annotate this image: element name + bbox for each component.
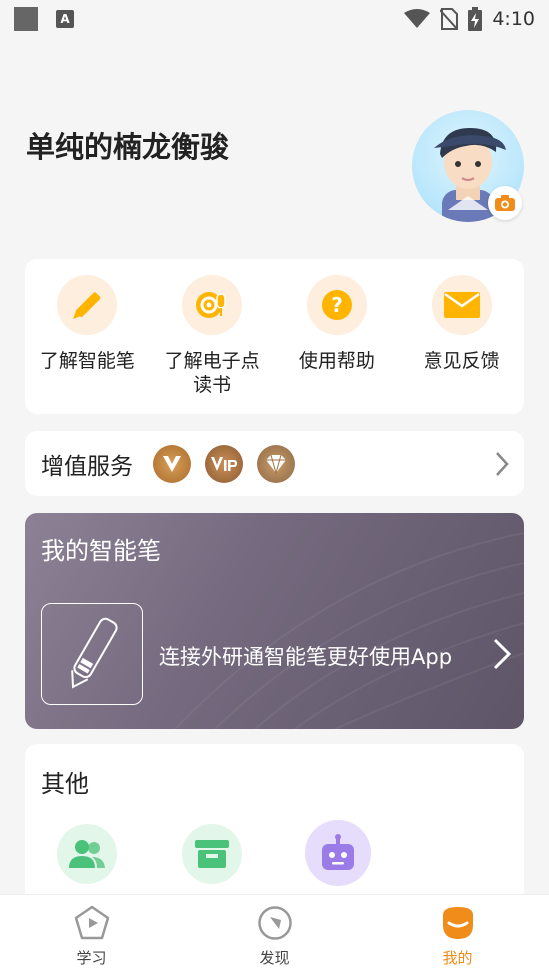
robot-icon[interactable] <box>305 820 371 886</box>
tab-discover[interactable]: 发现 <box>183 895 366 976</box>
bottom-tab-bar: 学习 发现 我的 <box>0 894 549 976</box>
svg-text:?: ? <box>331 293 343 317</box>
value-services-row[interactable]: 增值服务 <box>25 431 524 496</box>
quick-item-label: 了解电子点读书 <box>164 350 260 396</box>
discover-icon <box>257 906 292 940</box>
camera-icon[interactable] <box>488 186 522 220</box>
chevron-right-icon <box>496 452 509 476</box>
vip-badge-icon <box>205 444 243 483</box>
connect-pen-text: 连接外研通智能笔更好使用App <box>159 645 453 669</box>
quick-item-label: 意见反馈 <box>423 350 500 372</box>
profile-icon <box>442 907 473 939</box>
avatar[interactable] <box>412 110 524 222</box>
mail-icon <box>431 275 492 335</box>
clock: 4:10 <box>492 8 535 30</box>
status-bar: A 4:10 <box>0 0 549 38</box>
quick-item-learn-ebook[interactable]: 了解电子点读书 <box>150 259 275 414</box>
a-icon: A <box>56 10 74 28</box>
box-icon[interactable] <box>182 824 242 884</box>
quick-item-label: 了解智能笔 <box>39 350 135 372</box>
pen-device-icon <box>41 603 143 705</box>
tab-label: 发现 <box>259 949 290 967</box>
tab-label: 学习 <box>76 949 107 967</box>
username: 单纯的楠龙衡骏 <box>26 130 230 164</box>
quick-actions-card: 了解智能笔 了解电子点读书 ? 使用帮助 意见反馈 <box>25 259 524 414</box>
quick-item-label: 使用帮助 <box>298 350 375 372</box>
quick-item-learn-pen[interactable]: 了解智能笔 <box>25 259 150 414</box>
other-card: 其他 <box>25 744 524 904</box>
value-services-title: 增值服务 <box>41 453 133 480</box>
quick-item-feedback[interactable]: 意见反馈 <box>399 259 524 414</box>
tab-label: 我的 <box>442 949 473 967</box>
pen-icon <box>57 275 118 335</box>
chevron-right-icon <box>493 638 512 670</box>
diamond-badge-icon <box>257 444 295 483</box>
battery-charging-icon <box>468 7 483 31</box>
quick-item-help[interactable]: ? 使用帮助 <box>275 259 400 414</box>
tab-study[interactable]: 学习 <box>0 895 183 976</box>
question-icon: ? <box>306 275 367 335</box>
v-badge-icon <box>153 444 191 483</box>
wifi-icon <box>404 9 431 28</box>
audio-book-icon <box>182 275 243 335</box>
smart-pen-card[interactable]: 我的智能笔 连接外研通智能笔更好使用App <box>25 513 524 729</box>
no-sim-icon <box>440 8 459 30</box>
tab-mine[interactable]: 我的 <box>366 895 549 976</box>
gallery-icon <box>14 7 38 31</box>
smart-pen-title: 我的智能笔 <box>41 537 161 565</box>
other-title: 其他 <box>41 770 89 798</box>
users-icon[interactable] <box>57 824 117 884</box>
study-icon <box>74 905 109 940</box>
